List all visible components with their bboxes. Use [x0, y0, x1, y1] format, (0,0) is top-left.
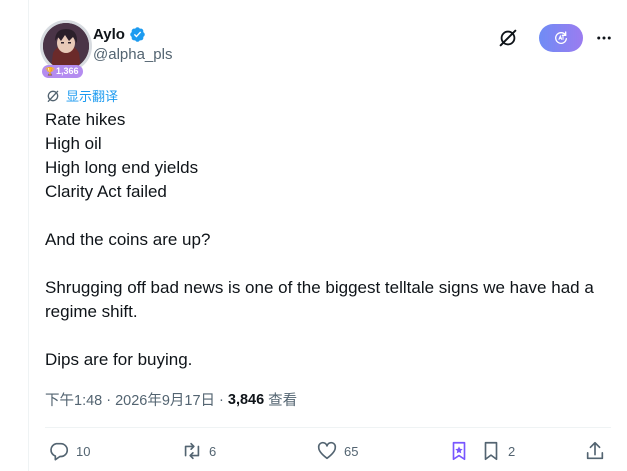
bookmark-icon — [484, 441, 498, 461]
tweet-line: And the coins are up? — [45, 230, 211, 249]
divider — [45, 427, 611, 428]
meta-separator: · — [219, 391, 224, 408]
author-name-row[interactable]: Aylo — [93, 26, 146, 43]
translate-icon — [47, 90, 59, 102]
repost-icon — [184, 442, 200, 460]
grok-icon[interactable] — [497, 27, 519, 49]
bookmark-count: 2 — [508, 443, 516, 459]
meta-separator: · — [106, 391, 112, 408]
bookmark-folder-button[interactable] — [448, 440, 470, 462]
share-icon — [586, 441, 604, 460]
tweet-line: Dips are for buying. — [45, 350, 193, 369]
like-count: 65 — [344, 443, 359, 459]
bookmark-special-icon — [452, 441, 466, 461]
show-translation-label[interactable]: 显示翻译 — [66, 86, 118, 105]
reply-count: 10 — [76, 443, 91, 459]
share-button[interactable] — [584, 440, 606, 462]
repost-button[interactable]: 6 — [181, 440, 216, 462]
avatar[interactable]: 🏆 1,366 — [40, 20, 92, 78]
tweet-line: Clarity Act failed — [45, 182, 167, 201]
left-rule — [28, 0, 29, 471]
display-name[interactable]: Aylo — [93, 26, 125, 43]
bookmark-button[interactable]: 2 — [480, 440, 515, 462]
tweet-text: Rate hikes High oil High long end yields… — [45, 108, 615, 372]
avatar-image — [43, 23, 89, 69]
tweet-line: High long end yields — [45, 158, 199, 177]
views-label: 查看 — [268, 393, 298, 409]
tweet-line: High oil — [45, 134, 102, 153]
author-handle[interactable]: @alpha_pls — [93, 46, 172, 63]
tweet-meta: 下午1:48 · 2026年9月17日 · 3,846 查看 — [45, 389, 297, 410]
reply-icon — [50, 442, 69, 461]
tweet-date[interactable]: 2026年9月17日 — [115, 389, 215, 410]
repost-count: 6 — [209, 443, 217, 459]
verified-icon — [130, 27, 145, 42]
tweet-line: Rate hikes — [45, 110, 126, 129]
header-actions — [497, 24, 613, 52]
badge-count: 1,366 — [55, 66, 79, 76]
more-icon[interactable] — [595, 29, 613, 47]
ai-assist-button[interactable] — [539, 24, 583, 52]
like-button[interactable]: 65 — [316, 440, 358, 462]
reply-button[interactable]: 10 — [48, 440, 90, 462]
show-translation-link[interactable]: 显示翻译 — [45, 86, 118, 105]
like-icon — [317, 441, 337, 460]
trophy-icon: 🏆 — [45, 67, 55, 76]
action-bar: 10 6 65 2 — [48, 440, 608, 464]
views-count[interactable]: 3,846 — [228, 392, 264, 408]
achievement-badge: 🏆 1,366 — [42, 65, 83, 78]
tweet-line: Shrugging off bad news is one of the big… — [45, 278, 599, 321]
ai-assist-icon — [555, 31, 567, 44]
tweet-time[interactable]: 下午1:48 — [45, 389, 102, 410]
